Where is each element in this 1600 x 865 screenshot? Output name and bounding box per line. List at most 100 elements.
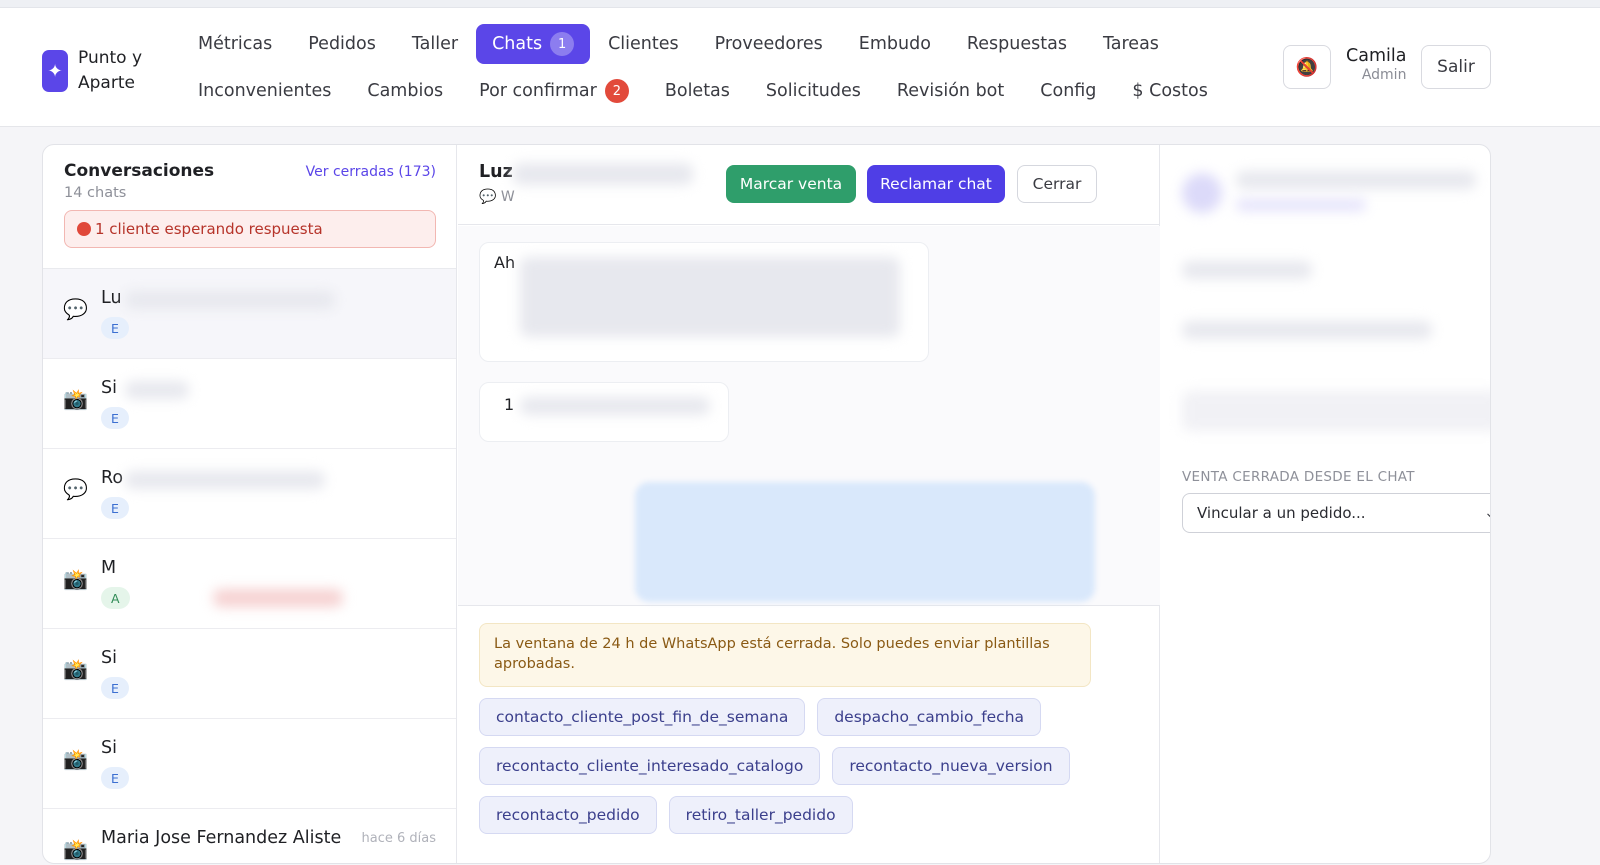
nav-chats[interactable]: Chats 1 xyxy=(476,24,591,64)
nav-respuestas[interactable]: Respuestas xyxy=(949,24,1085,64)
nav-label: $ Costos xyxy=(1132,81,1208,101)
redacted-message xyxy=(520,257,900,337)
nav-inconvenientes[interactable]: Inconvenientes xyxy=(180,71,349,111)
sparkle-icon: ✦ xyxy=(42,50,68,92)
mark-sale-button[interactable]: Marcar venta xyxy=(726,165,856,203)
redacted-tag xyxy=(213,589,343,607)
message-text: Ah xyxy=(494,253,516,272)
nav-label: Taller xyxy=(411,34,459,54)
template-list: contacto_cliente_post_fin_de_semana desp… xyxy=(479,698,1119,845)
main-nav: Métricas Pedidos Taller Chats 1 Clientes … xyxy=(180,24,1260,118)
redacted-avatar xyxy=(1182,173,1222,213)
chat-panel: Conversaciones Ver cerradas (173) 14 cha… xyxy=(42,144,1491,864)
nav-cambios[interactable]: Cambios xyxy=(349,71,461,111)
browser-top-strip xyxy=(0,0,1600,8)
nav-label: Proveedores xyxy=(714,34,823,54)
conversation-item[interactable]: 📸 Si E xyxy=(43,719,456,809)
nav-label: Chats xyxy=(492,34,543,54)
camera-icon: 📸 xyxy=(63,837,88,861)
conversation-name: Si xyxy=(101,738,117,758)
nav-label: Por confirmar xyxy=(479,81,597,101)
template-row: recontacto_cliente_interesado_catalogo r… xyxy=(479,747,1119,785)
notifications-button[interactable]: 🔕 xyxy=(1283,45,1331,89)
template-chip[interactable]: recontacto_pedido xyxy=(479,796,657,834)
nav-taller[interactable]: Taller xyxy=(394,24,476,64)
template-chip[interactable]: despacho_cambio_fecha xyxy=(817,698,1042,736)
camera-icon: 📸 xyxy=(63,747,88,771)
redacted-contact xyxy=(513,163,693,185)
nav-solicitudes[interactable]: Solicitudes xyxy=(748,71,879,111)
conversation-list: Conversaciones Ver cerradas (173) 14 cha… xyxy=(43,145,457,863)
claim-chat-button[interactable]: Reclamar chat xyxy=(867,165,1005,203)
nav-clientes[interactable]: Clientes xyxy=(590,24,697,64)
nav-embudo[interactable]: Embudo xyxy=(841,24,949,64)
conversation-item[interactable]: 💬 Lu E xyxy=(43,269,456,359)
nav-boletas[interactable]: Boletas xyxy=(647,71,748,111)
template-chip[interactable]: retiro_taller_pedido xyxy=(668,796,853,834)
conversation-name: Ro xyxy=(101,468,124,488)
template-chip[interactable]: recontacto_nueva_version xyxy=(832,747,1070,785)
nav-tareas[interactable]: Tareas xyxy=(1085,24,1177,64)
outgoing-message xyxy=(635,482,1095,602)
nav-label: Inconvenientes xyxy=(198,81,332,101)
app-logo[interactable]: ✦ Punto y Aparte xyxy=(42,46,142,96)
template-chip[interactable]: recontacto_cliente_interesado_catalogo xyxy=(479,747,821,785)
waiting-alert[interactable]: 1 cliente esperando respuesta xyxy=(64,210,436,248)
conversation-tag: E xyxy=(101,317,129,339)
whatsapp-window-warning: La ventana de 24 h de WhatsApp está cerr… xyxy=(479,623,1091,687)
bell-muted-icon: 🔕 xyxy=(1295,56,1319,78)
user-name: Camila xyxy=(1346,46,1407,66)
template-row: contacto_cliente_post_fin_de_semana desp… xyxy=(479,698,1119,736)
template-row: recontacto_pedido retiro_taller_pedido xyxy=(479,796,1119,834)
redacted-message xyxy=(520,397,710,415)
conversation-name: Si xyxy=(101,648,117,668)
redacted-client-name xyxy=(1236,171,1476,189)
chat-bubble-icon: 💬 xyxy=(63,477,88,501)
chat-bubble-icon: 💬 xyxy=(63,297,88,321)
nav-por-confirmar[interactable]: Por confirmar 2 xyxy=(461,71,647,111)
camera-icon: 📸 xyxy=(63,567,88,591)
conversation-tag: E xyxy=(101,407,129,429)
conversation-name: Lu xyxy=(101,288,122,308)
nav-label: Solicitudes xyxy=(765,81,861,101)
conversation-item[interactable]: 📸 Si E xyxy=(43,359,456,449)
nav-label: Cambios xyxy=(367,81,444,101)
conversation-item[interactable]: 📸 M A xyxy=(43,539,456,629)
select-value: Vincular a un pedido... xyxy=(1197,504,1366,522)
nav-config[interactable]: Config xyxy=(1022,71,1114,111)
redacted-field xyxy=(1182,261,1312,279)
template-chip[interactable]: contacto_cliente_post_fin_de_semana xyxy=(479,698,806,736)
nav-revision-bot[interactable]: Revisión bot xyxy=(879,71,1022,111)
view-closed-link[interactable]: Ver cerradas (173) xyxy=(306,164,436,180)
nav-pedidos[interactable]: Pedidos xyxy=(290,24,394,64)
message-text: 1 xyxy=(504,395,515,414)
chats-count-badge: 1 xyxy=(550,32,575,56)
conversation-item[interactable]: 📸 Si E xyxy=(43,629,456,719)
conversation-time: hace 6 días xyxy=(361,831,437,846)
conversation-name: M xyxy=(101,558,117,578)
conversation-item[interactable]: 💬 Ro E xyxy=(43,449,456,539)
nav-label: Clientes xyxy=(608,34,679,54)
redacted-order xyxy=(1182,391,1490,431)
user-role: Admin xyxy=(1361,67,1407,83)
nav-row-1: Métricas Pedidos Taller Chats 1 Clientes … xyxy=(180,24,1260,64)
incoming-message: 1 xyxy=(479,382,729,442)
close-chat-button[interactable]: Cerrar xyxy=(1017,165,1097,203)
nav-costos[interactable]: $ Costos xyxy=(1114,71,1225,111)
nav-label: Tareas xyxy=(1102,34,1159,54)
nav-label: Revisión bot xyxy=(896,81,1005,101)
logout-button[interactable]: Salir xyxy=(1421,45,1491,89)
chat-window: Luz 💬 W Marcar venta Reclamar chat Cerra… xyxy=(458,145,1160,863)
conversation-tag: A xyxy=(101,587,130,609)
logo-text: Punto y Aparte xyxy=(78,46,142,96)
nav-label: Embudo xyxy=(858,34,931,54)
conversation-name: Si xyxy=(101,378,117,398)
conversation-item[interactable]: 📸 Maria Jose Fernandez Aliste hace 6 día… xyxy=(43,809,456,863)
link-order-select[interactable]: Vincular a un pedido... ⌄ xyxy=(1182,493,1490,533)
conversation-tag: E xyxy=(101,677,129,699)
nav-proveedores[interactable]: Proveedores xyxy=(697,24,841,64)
conversation-name: Maria Jose Fernandez Aliste xyxy=(101,828,342,848)
nav-metricas[interactable]: Métricas xyxy=(180,24,290,64)
incoming-message: Ah xyxy=(479,242,929,362)
redacted-field xyxy=(1182,321,1432,339)
